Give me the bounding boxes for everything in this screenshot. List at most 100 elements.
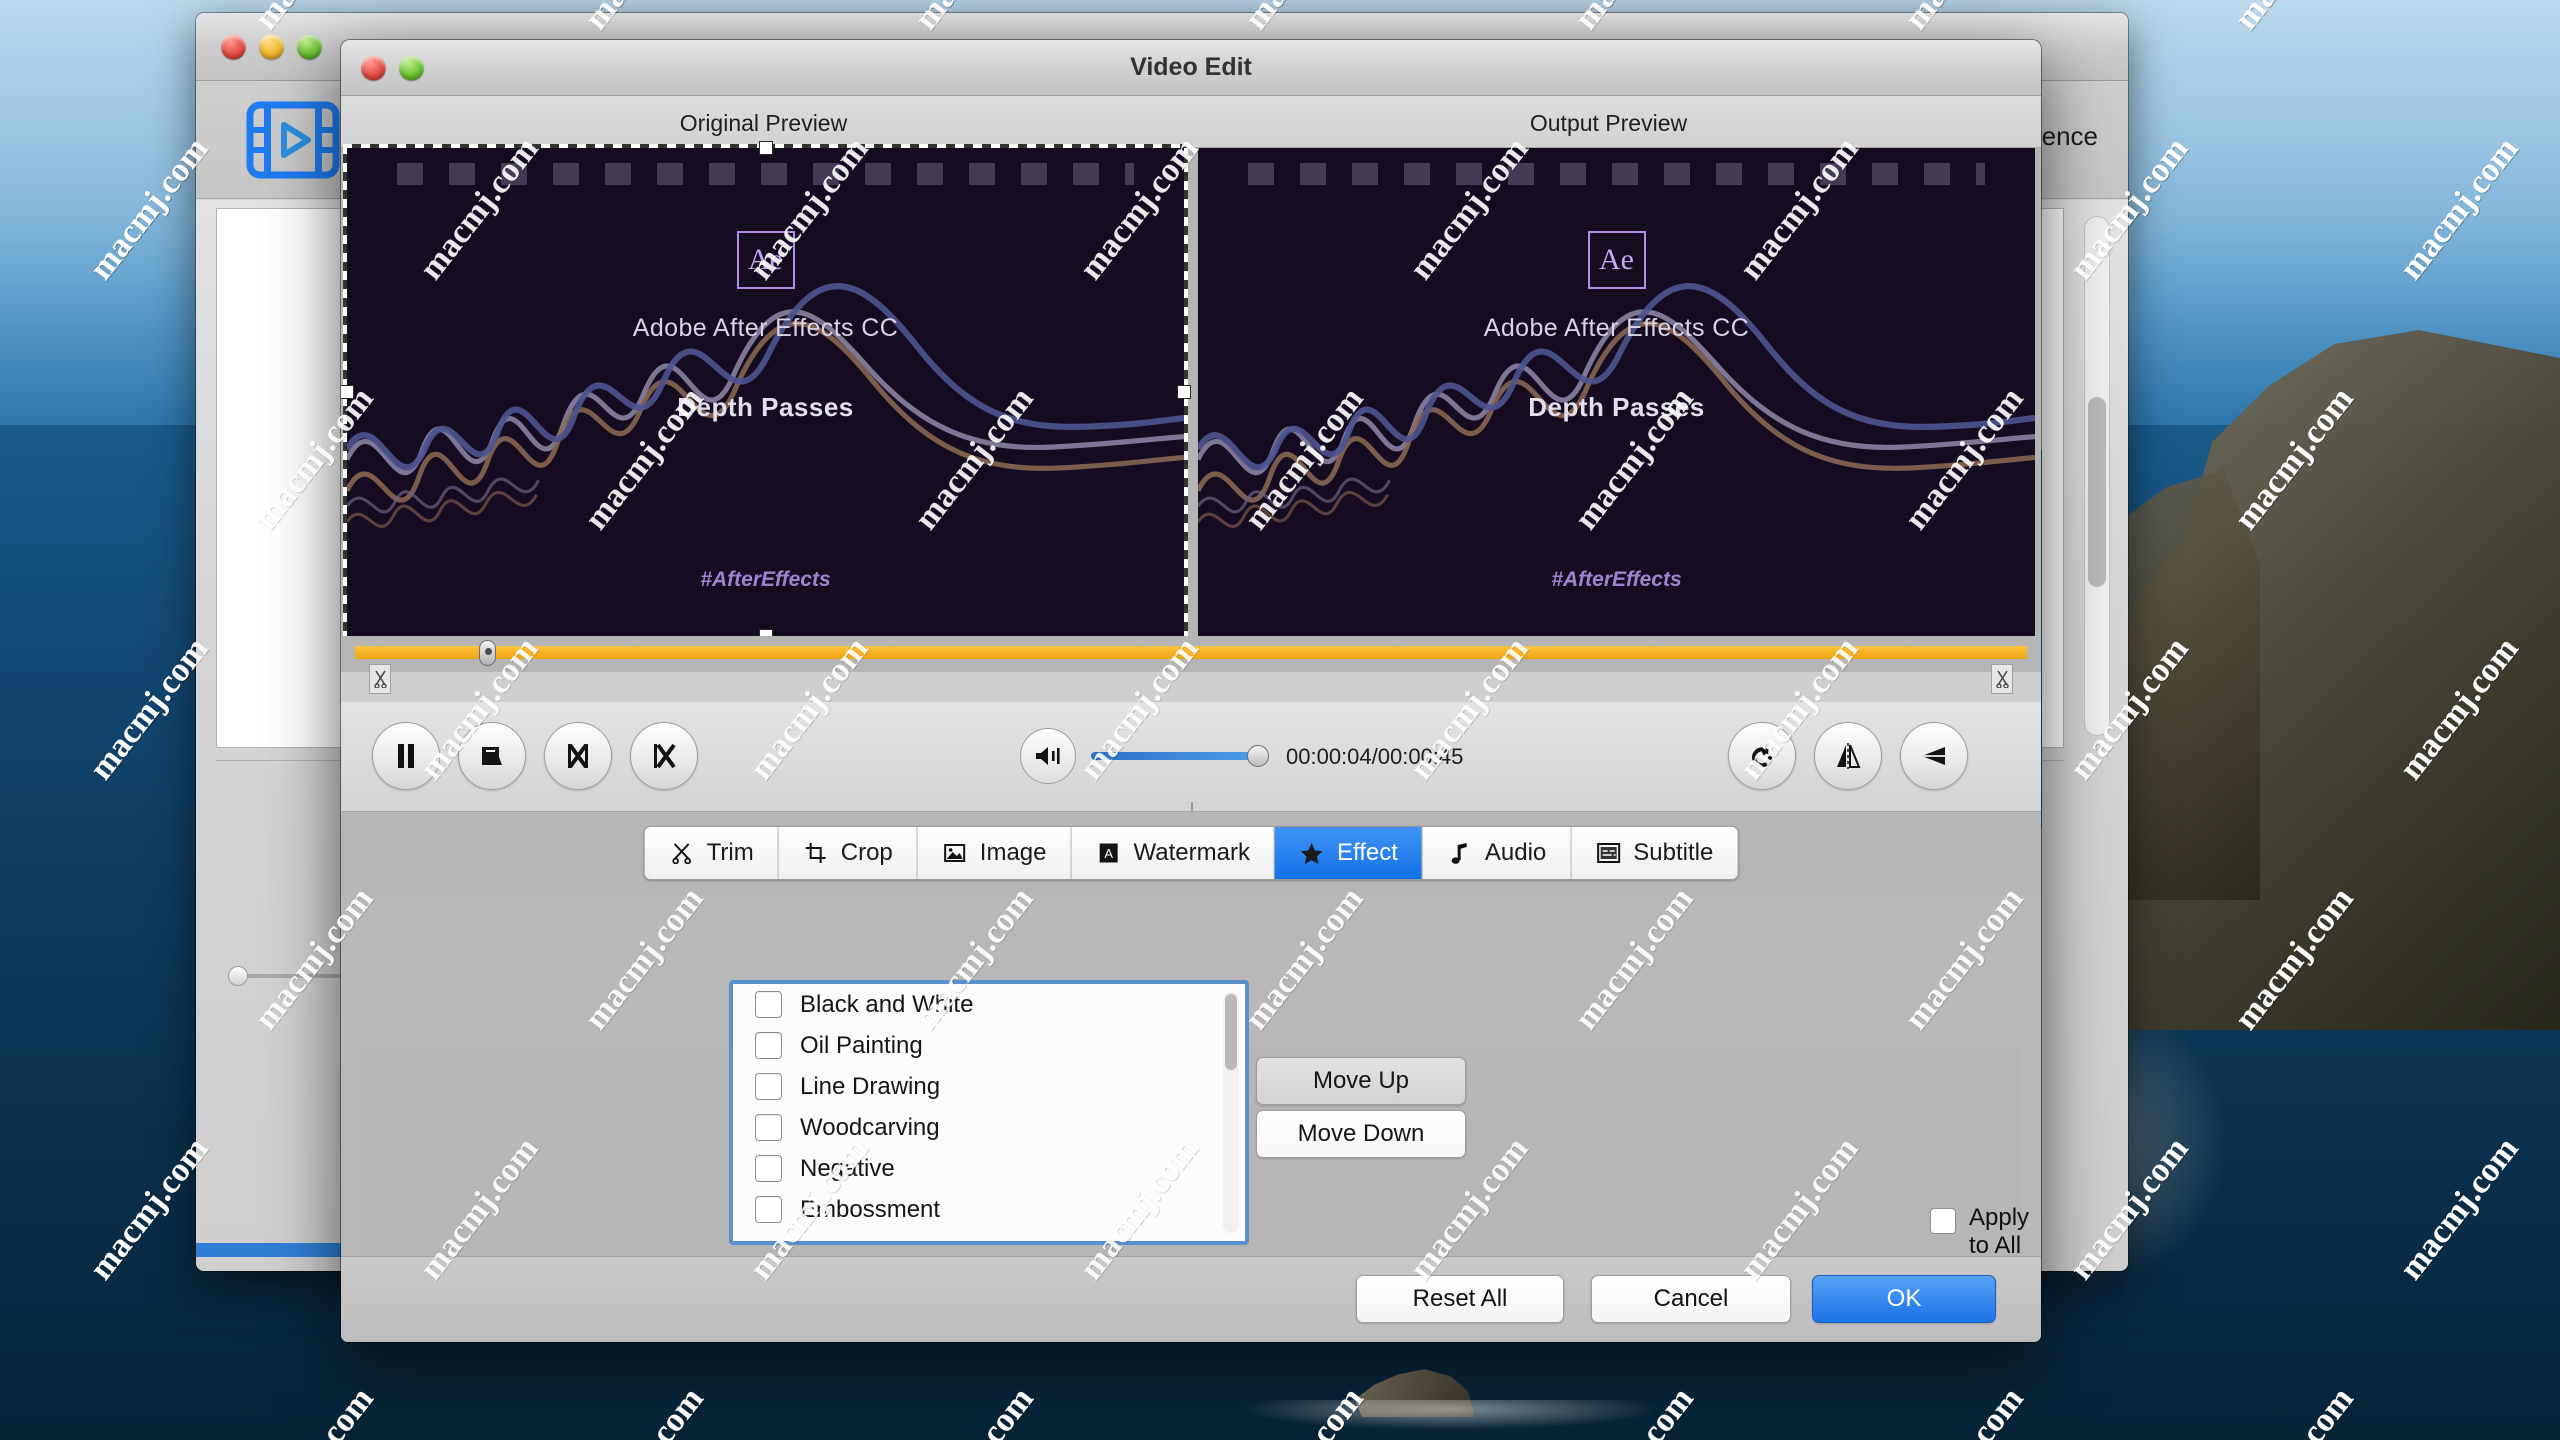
- star-icon: [1299, 840, 1325, 866]
- slider-knob[interactable]: [228, 966, 248, 986]
- volume-slider-track[interactable]: [1091, 752, 1256, 760]
- output-video-frame: Ae Adobe After Effects CC Depth Passes #…: [1198, 148, 2035, 636]
- original-preview-label: Original Preview: [679, 110, 848, 136]
- preference-label[interactable]: rence: [2033, 121, 2098, 152]
- background-window-controls[interactable]: [221, 34, 322, 59]
- effect-label: Oil Painting: [800, 1031, 923, 1059]
- reset-all-button[interactable]: Reset All: [1356, 1275, 1564, 1323]
- effect-checkbox[interactable]: [755, 1073, 782, 1100]
- svg-text:A: A: [1104, 846, 1113, 861]
- effect-list-scrollbar[interactable]: [1223, 992, 1239, 1233]
- tab-image[interactable]: Image: [917, 827, 1072, 879]
- output-preview-label: Output Preview: [1529, 110, 1688, 136]
- pause-icon: [398, 744, 414, 768]
- rotate-button[interactable]: [1728, 722, 1796, 790]
- tab-crop[interactable]: Crop: [778, 827, 918, 879]
- effect-label: Black and White: [800, 990, 974, 1018]
- pause-button[interactable]: [372, 722, 440, 790]
- trim-markers-row: [341, 664, 2041, 702]
- effect-checkbox[interactable]: [755, 1114, 782, 1141]
- dialog-titlebar: Video Edit: [341, 40, 2041, 96]
- tab-subtitle[interactable]: Subtitle: [1571, 827, 1738, 879]
- trim-end-scissors-icon[interactable]: [1991, 664, 2013, 694]
- film-play-icon: [244, 99, 342, 181]
- file-list-scrollbar[interactable]: [2084, 216, 2110, 736]
- effect-checkbox[interactable]: [755, 1155, 782, 1182]
- effect-list-item[interactable]: Black and White: [733, 984, 1245, 1025]
- effect-list[interactable]: Black and White Oil Painting Line Drawing W…: [729, 980, 1249, 1245]
- tab-label: Crop: [840, 839, 893, 866]
- timeline[interactable]: [341, 636, 2041, 672]
- volume-button[interactable]: [1020, 728, 1076, 784]
- effect-list-item[interactable]: Embossment: [733, 1189, 1245, 1230]
- resize-handle-left[interactable]: [341, 385, 354, 399]
- video-subtitle: Depth Passes: [1528, 392, 1705, 422]
- mark-out-button[interactable]: [630, 722, 698, 790]
- center-tick: [1191, 802, 1193, 811]
- original-video-frame: Ae Adobe After Effects CC Depth Passes #…: [347, 148, 1184, 636]
- video-title: Adobe After Effects CC: [632, 313, 899, 342]
- move-up-button[interactable]: Move Up: [1256, 1057, 1466, 1105]
- crop-icon: [803, 840, 829, 866]
- output-preview[interactable]: Ae Adobe After Effects CC Depth Passes #…: [1198, 148, 2035, 636]
- video-subtitle: Depth Passes: [677, 392, 854, 422]
- apply-to-all-checkbox[interactable]: [1930, 1208, 1956, 1234]
- effect-list-item[interactable]: Woodcarving: [733, 1107, 1245, 1148]
- dialog-title: Video Edit: [1130, 53, 1252, 81]
- effect-checkbox[interactable]: [755, 991, 782, 1018]
- tab-watermark[interactable]: A Watermark: [1071, 827, 1275, 879]
- effect-label: Negative: [800, 1154, 895, 1182]
- tab-label: Trim: [706, 839, 754, 866]
- apply-to-all-label: Apply to All: [1969, 1204, 2030, 1259]
- cancel-button[interactable]: Cancel: [1591, 1275, 1791, 1323]
- timeline-track[interactable]: [355, 646, 2027, 659]
- minimize-button[interactable]: [259, 34, 284, 59]
- move-down-button[interactable]: Move Down: [1256, 1110, 1466, 1158]
- effect-checkbox[interactable]: [755, 1032, 782, 1059]
- trim-start-scissors-icon[interactable]: [369, 664, 391, 694]
- flip-horizontal-button[interactable]: [1814, 722, 1882, 790]
- sea-foam: [1240, 1400, 1660, 1430]
- tab-label: Watermark: [1133, 839, 1250, 866]
- effect-checkbox[interactable]: [755, 1196, 782, 1223]
- video-title: Adobe After Effects CC: [1483, 313, 1750, 342]
- preview-area: Ae Adobe After Effects CC Depth Passes #…: [341, 141, 2041, 643]
- editor-tabs[interactable]: Trim Crop Image A Watermark Effect Audio…: [643, 826, 1739, 880]
- timecode-display: 00:00:04/00:00:45: [1286, 744, 1464, 769]
- flip-vertical-icon: [1922, 747, 1945, 765]
- music-note-icon: [1447, 840, 1473, 866]
- original-preview[interactable]: Ae Adobe After Effects CC Depth Passes #…: [341, 141, 1191, 643]
- effect-list-item[interactable]: Oil Painting: [733, 1025, 1245, 1066]
- video-hashtag: #AfterEffects: [1551, 568, 1682, 592]
- ok-button[interactable]: OK: [1812, 1275, 1996, 1323]
- effect-list-item[interactable]: Line Drawing: [733, 1066, 1245, 1107]
- ae-logo-badge: Ae: [736, 230, 795, 289]
- scissors-icon: [669, 840, 695, 866]
- flip-vertical-button[interactable]: [1900, 722, 1968, 790]
- editor-tabs-area: Trim Crop Image A Watermark Effect Audio…: [341, 812, 2041, 896]
- tab-label: Audio: [1484, 839, 1547, 866]
- effect-list-item[interactable]: Negative: [733, 1148, 1245, 1189]
- dialog-footer: Reset All Cancel OK: [341, 1256, 2041, 1342]
- image-icon: [942, 840, 968, 866]
- timeline-playhead[interactable]: [479, 640, 496, 666]
- volume-slider-knob[interactable]: [1247, 745, 1269, 767]
- tab-audio[interactable]: Audio: [1422, 827, 1572, 879]
- scrollbar-thumb[interactable]: [1225, 994, 1237, 1070]
- video-edit-dialog[interactable]: Video Edit Original Preview Output Previ…: [341, 40, 2041, 1342]
- mark-in-icon: [568, 743, 588, 769]
- mark-in-button[interactable]: [544, 722, 612, 790]
- tab-effect[interactable]: Effect: [1274, 827, 1423, 879]
- snapshot-button[interactable]: [458, 722, 526, 790]
- snapshot-icon: [482, 747, 502, 765]
- watermark-icon: A: [1095, 840, 1121, 866]
- zoom-button[interactable]: [297, 34, 322, 59]
- preview-headers: Original Preview Output Preview: [341, 96, 2041, 148]
- close-button[interactable]: [221, 34, 246, 59]
- scrollbar-thumb[interactable]: [2088, 397, 2106, 587]
- tab-trim[interactable]: Trim: [644, 827, 779, 879]
- resize-handle-top[interactable]: [758, 141, 773, 155]
- resize-handle-right[interactable]: [1177, 385, 1191, 399]
- effect-label: Embossment: [800, 1195, 941, 1223]
- subtitle-icon: [1595, 840, 1621, 866]
